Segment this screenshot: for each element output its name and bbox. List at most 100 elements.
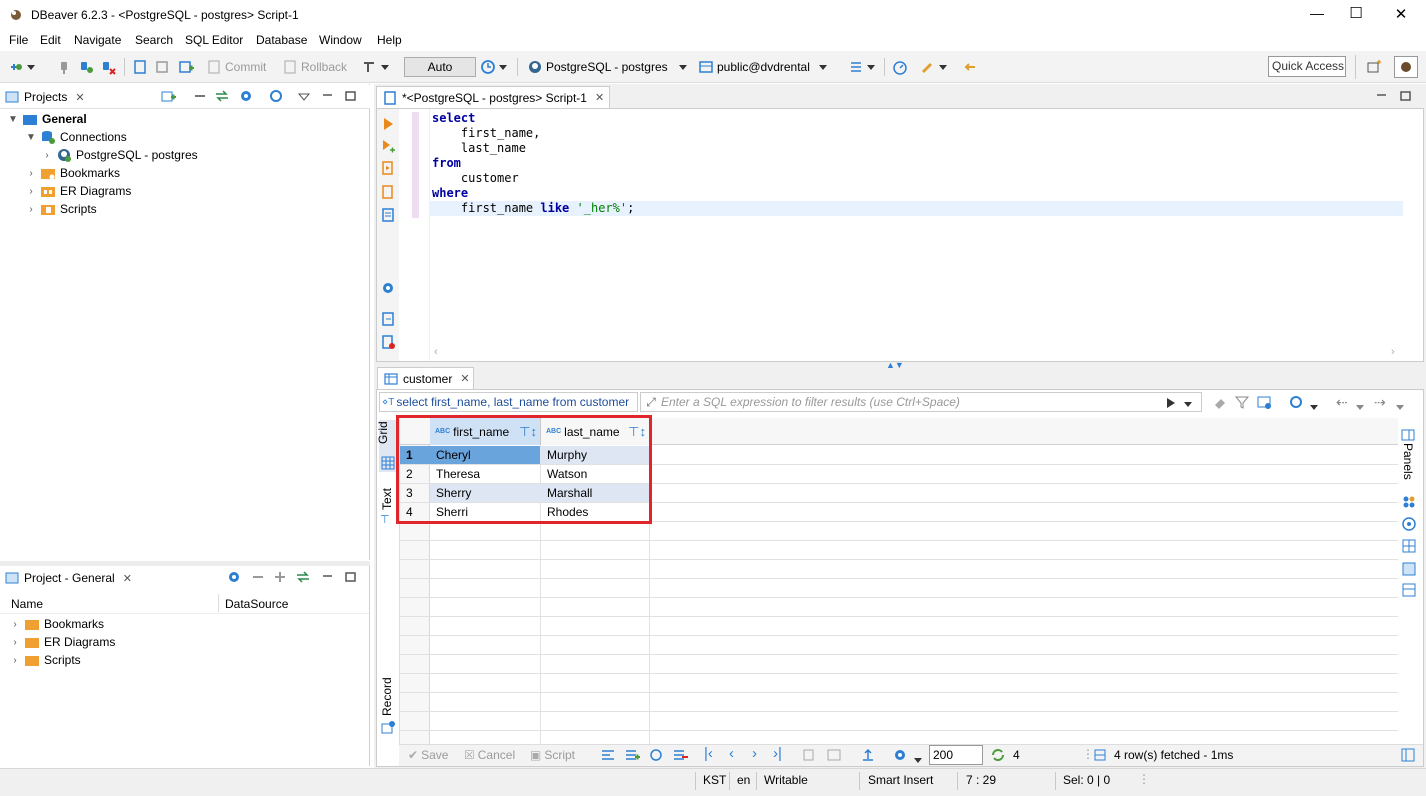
chevron-down-icon[interactable] — [914, 752, 922, 766]
menu-database[interactable]: Database — [256, 33, 307, 47]
apply-filter-icon[interactable] — [1163, 395, 1179, 411]
rollback-button[interactable]: Rollback — [282, 56, 347, 78]
last-page-icon[interactable]: ›| — [773, 745, 782, 762]
execute-statement-icon[interactable] — [380, 116, 396, 132]
column-header-datasource[interactable]: DataSource — [225, 597, 288, 611]
scroll-left-icon[interactable]: ‹ — [434, 346, 438, 358]
view-menu-icon[interactable] — [296, 90, 312, 106]
chevron-down-icon[interactable] — [1310, 399, 1318, 413]
menu-window[interactable]: Window — [319, 33, 362, 47]
filter-input-box[interactable]: ⤢ Enter a SQL expression to filter resul… — [640, 392, 1202, 412]
minimize-view-icon[interactable] — [320, 88, 336, 104]
explain-plan-icon[interactable] — [380, 207, 396, 223]
results-tab[interactable]: customer ✕ — [377, 367, 474, 389]
link-editor-icon[interactable] — [295, 569, 311, 585]
column-header-name[interactable]: Name — [11, 597, 43, 611]
maximize-view-icon[interactable] — [1398, 88, 1414, 104]
format-button[interactable] — [848, 56, 875, 78]
maximize-button[interactable]: ☐ — [1341, 4, 1371, 22]
commit-mode-button[interactable]: Auto — [404, 57, 476, 77]
project-general-tab[interactable]: Project - General ✕ — [4, 568, 132, 588]
menu-navigate[interactable]: Navigate — [74, 33, 121, 47]
gear-icon[interactable] — [226, 569, 242, 585]
chevron-right-icon[interactable]: › — [10, 637, 20, 648]
gear-icon[interactable] — [380, 280, 396, 296]
fetch-size-input[interactable]: 200 — [929, 745, 983, 765]
code-line[interactable]: first_name like '_her%'; — [432, 201, 634, 216]
projects-tab[interactable]: Projects ✕ — [4, 87, 85, 107]
connect-button[interactable] — [56, 56, 72, 78]
chevron-down-icon[interactable] — [1356, 399, 1364, 413]
eraser-icon[interactable] — [1212, 394, 1228, 410]
close-icon[interactable]: ✕ — [595, 91, 604, 104]
value-viewer-icon[interactable] — [1401, 516, 1417, 532]
code-line[interactable]: first_name, — [432, 126, 634, 141]
collapse-all-icon[interactable] — [192, 88, 208, 104]
next-page-icon[interactable]: › — [752, 745, 757, 762]
load-script-icon[interactable] — [380, 311, 396, 327]
minimize-view-icon[interactable] — [320, 569, 336, 585]
maximize-view-icon[interactable] — [343, 88, 359, 104]
back-arrow-icon[interactable]: ⇠ — [1336, 394, 1348, 411]
close-icon[interactable]: ✕ — [460, 372, 469, 385]
transaction-mode-button[interactable] — [155, 56, 171, 78]
reconnect-button[interactable] — [78, 56, 94, 78]
cancel-results-button[interactable]: ☒ Cancel — [464, 744, 515, 766]
chart-grid-icon[interactable] — [1401, 538, 1417, 554]
code-line[interactable]: customer — [432, 171, 634, 186]
gear-icon[interactable] — [238, 88, 254, 104]
quick-access-input[interactable]: Quick Access — [1268, 56, 1346, 77]
aggregate-icon[interactable] — [1401, 494, 1417, 510]
tree-item-scripts[interactable]: › Scripts — [26, 200, 96, 218]
execute-script-icon[interactable] — [380, 160, 396, 176]
save-script-icon[interactable] — [380, 334, 396, 350]
filter-icon[interactable] — [1234, 394, 1250, 410]
forward-arrow-icon[interactable]: ⇢ — [1374, 394, 1386, 411]
commit-button[interactable]: Commit — [206, 56, 266, 78]
maximize-view-icon[interactable] — [343, 569, 359, 585]
sql-code[interactable]: select first_name, last_name from custome… — [432, 111, 634, 216]
toggle-panels-icon[interactable] — [1400, 747, 1416, 763]
sql-editor-button[interactable] — [132, 56, 148, 78]
history-button[interactable] — [480, 56, 507, 78]
editor-tab[interactable]: *<PostgreSQL - postgres> Script-1 ✕ — [376, 86, 610, 108]
dbeaver-perspective-button[interactable] — [1394, 56, 1418, 78]
code-line[interactable]: where — [432, 186, 634, 201]
link-editor-icon[interactable] — [214, 88, 230, 104]
record-side-tab-label[interactable]: Record — [380, 677, 394, 716]
tools-button[interactable] — [920, 56, 947, 78]
code-line[interactable]: select — [432, 111, 634, 126]
chevron-right-icon[interactable]: › — [10, 655, 20, 666]
active-schema-selector[interactable]: public@dvdrental — [698, 56, 836, 78]
chevron-right-icon[interactable]: › — [42, 150, 52, 161]
menu-search[interactable]: Search — [135, 33, 173, 47]
chevron-down-icon[interactable]: ▼ — [8, 114, 18, 125]
refresh-icon[interactable] — [1288, 394, 1304, 410]
filter-input[interactable]: Enter a SQL expression to filter results… — [661, 395, 960, 409]
execute-script-new-tab-icon[interactable] — [380, 184, 396, 200]
disconnect-button[interactable] — [100, 56, 116, 78]
new-script-button[interactable] — [178, 56, 194, 78]
open-perspective-button[interactable] — [1366, 56, 1382, 78]
chevron-right-icon[interactable]: › — [26, 204, 36, 215]
tree-item-general[interactable]: ▼ General — [8, 110, 87, 128]
code-line[interactable]: last_name — [432, 141, 634, 156]
tree-item-er-diagrams[interactable]: › ER Diagrams — [26, 182, 131, 200]
chevron-right-icon[interactable]: › — [10, 619, 20, 630]
delete-row-icon[interactable] — [672, 747, 688, 763]
save-results-button[interactable]: ✔ Save — [408, 744, 448, 766]
close-icon[interactable]: ✕ — [75, 91, 84, 104]
chevron-down-icon[interactable]: ▼ — [26, 132, 36, 143]
add-row-icon[interactable] — [624, 747, 640, 763]
navigate-back-button[interactable] — [962, 56, 978, 78]
minimize-view-icon[interactable] — [1374, 88, 1390, 104]
menu-edit[interactable]: Edit — [40, 33, 61, 47]
execute-new-tab-icon[interactable] — [380, 138, 396, 154]
expand-icon[interactable] — [272, 569, 288, 585]
menu-sql-editor[interactable]: SQL Editor — [185, 33, 243, 47]
fetch-next-icon[interactable] — [802, 747, 818, 763]
code-line[interactable]: from — [432, 156, 634, 171]
minimize-button[interactable]: — — [1302, 5, 1332, 21]
panels-icon[interactable] — [1400, 427, 1416, 443]
chevron-down-icon[interactable] — [1396, 399, 1404, 413]
